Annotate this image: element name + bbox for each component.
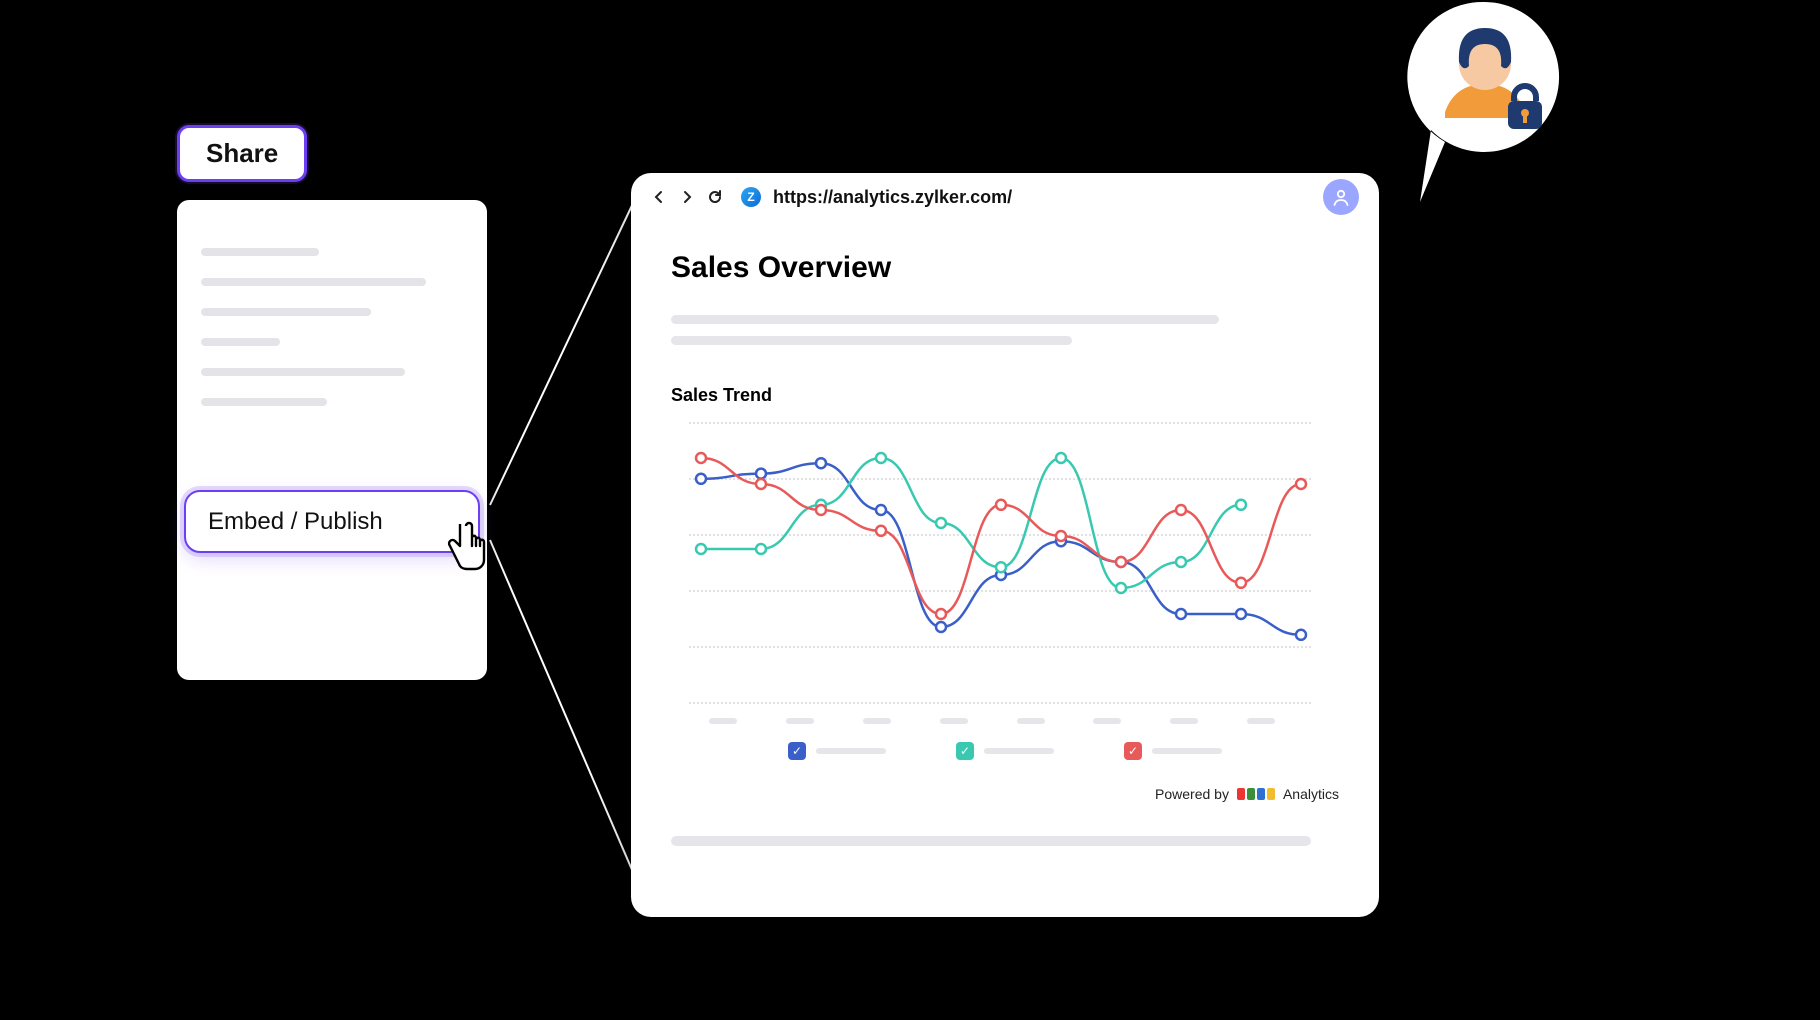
menu-item-placeholder[interactable] xyxy=(201,308,371,316)
browser-reload-icon[interactable] xyxy=(707,189,723,205)
site-favicon: Z xyxy=(741,187,761,207)
share-button[interactable]: Share xyxy=(177,125,307,182)
menu-item-placeholder[interactable] xyxy=(201,248,319,256)
legend-item[interactable]: ✓ xyxy=(788,742,886,760)
share-menu-panel xyxy=(177,200,487,680)
menu-item-embed-publish-label: Embed / Publish xyxy=(208,508,383,536)
text-placeholder xyxy=(671,836,1311,846)
browser-url[interactable]: https://analytics.zylker.com/ xyxy=(773,187,1012,208)
hand-cursor-icon xyxy=(440,520,490,576)
share-button-label: Share xyxy=(206,138,278,168)
sales-trend-chart xyxy=(671,422,1311,702)
chart-title: Sales Trend xyxy=(671,385,1339,406)
chart-legend: ✓ ✓ ✓ xyxy=(671,742,1339,760)
legend-item[interactable]: ✓ xyxy=(956,742,1054,760)
browser-forward-icon[interactable] xyxy=(679,189,695,205)
menu-item-placeholder[interactable] xyxy=(201,278,426,286)
secure-user-callout xyxy=(1390,0,1580,222)
embedded-browser-window: Z https://analytics.zylker.com/ Sales Ov… xyxy=(631,173,1379,917)
menu-item-placeholder[interactable] xyxy=(201,398,327,406)
zoho-logo-icon xyxy=(1237,788,1275,800)
user-icon xyxy=(1331,187,1351,207)
text-placeholder xyxy=(671,336,1072,345)
account-avatar-button[interactable] xyxy=(1323,179,1359,215)
browser-back-icon[interactable] xyxy=(651,189,667,205)
legend-item[interactable]: ✓ xyxy=(1124,742,1222,760)
menu-item-placeholder[interactable] xyxy=(201,368,405,376)
page-title: Sales Overview xyxy=(671,251,1339,285)
powered-by: Powered by Analytics xyxy=(671,786,1339,802)
menu-item-placeholder[interactable] xyxy=(201,338,280,346)
menu-item-embed-publish[interactable]: Embed / Publish xyxy=(184,490,480,553)
text-placeholder xyxy=(671,315,1219,324)
browser-address-bar: Z https://analytics.zylker.com/ xyxy=(631,173,1379,221)
